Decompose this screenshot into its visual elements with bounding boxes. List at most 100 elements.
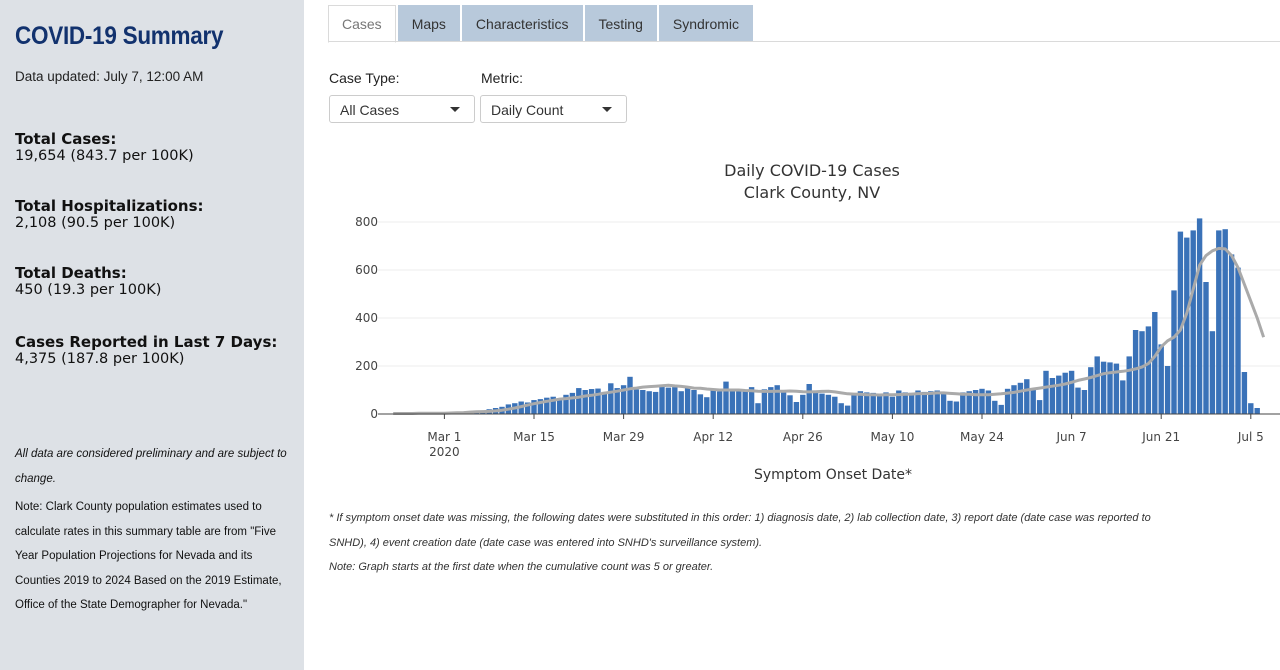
bar-daily-count — [1120, 380, 1126, 414]
stat-total-deaths: Total Deaths: 450 (19.3 per 100K) — [15, 265, 162, 299]
bar-daily-count — [646, 391, 652, 414]
bar-daily-count — [569, 392, 576, 414]
y-tick-label: 200 — [355, 359, 378, 373]
bar-daily-count — [684, 387, 691, 414]
bar-daily-count — [838, 403, 844, 414]
bar-daily-count — [889, 396, 896, 414]
bar-daily-count — [979, 388, 985, 414]
bar-daily-count — [947, 400, 953, 414]
bar-daily-count — [940, 392, 947, 414]
bar-daily-count — [998, 404, 1004, 414]
bar-daily-count — [992, 400, 998, 414]
preliminary-note: All data are considered preliminary and … — [15, 448, 287, 485]
tab-syndromic[interactable]: Syndromic — [658, 5, 754, 42]
stat-value: 2,108 (90.5 per 100K) — [15, 215, 176, 231]
x-tick-label: Mar 1 — [427, 430, 461, 444]
bar-daily-count — [716, 391, 723, 414]
bar-daily-count — [1228, 254, 1235, 414]
y-tick-label: 600 — [355, 263, 378, 277]
bar-daily-count — [710, 388, 716, 414]
bar-daily-count — [1248, 403, 1254, 414]
case-type-select[interactable]: All Cases — [329, 95, 475, 123]
metric-select[interactable]: Daily Count — [480, 95, 627, 123]
bar-daily-count — [627, 376, 633, 414]
bar-daily-count — [1158, 344, 1164, 414]
tab-maps[interactable]: Maps — [397, 5, 460, 42]
bar-daily-count — [595, 388, 601, 414]
footnote-graph-start: Note: Graph starts at the first date whe… — [329, 561, 714, 573]
x-tick-label: Apr 26 — [783, 430, 823, 444]
metric-label: Metric: — [481, 70, 523, 86]
stat-label: Total Cases: — [15, 130, 117, 148]
bar-daily-count — [608, 383, 614, 414]
bar-daily-count — [921, 391, 928, 414]
y-tick-label: 400 — [355, 311, 378, 325]
tab-testing[interactable]: Testing — [584, 5, 657, 42]
footnote-onset-cont: SNHD), 4) event creation date (date case… — [329, 537, 763, 549]
stat-value: 4,375 (187.8 per 100K) — [15, 351, 185, 367]
bar-daily-count — [1081, 390, 1088, 414]
bar-daily-count — [1126, 356, 1132, 414]
tab-bar: Cases Maps Characteristics Testing Syndr… — [328, 5, 755, 43]
bar-daily-count — [851, 393, 857, 414]
footnote-onset: * If symptom onset date was missing, the… — [329, 512, 1151, 524]
daily-cases-chart: 0 200 400 600 800 Mar 12020 Mar 15 Mar 29 Apr 12… — [355, 215, 1280, 483]
y-tick-label: 800 — [355, 215, 378, 229]
bar-daily-count — [1209, 331, 1216, 414]
bar-daily-count — [1049, 378, 1056, 414]
bar-daily-count — [1203, 282, 1209, 414]
stat-label: Total Hospitalizations: — [15, 197, 204, 215]
bar-daily-count — [1024, 379, 1030, 414]
bar-daily-count — [697, 394, 704, 414]
bar-daily-count — [825, 394, 832, 414]
tab-characteristics[interactable]: Characteristics — [461, 5, 583, 42]
x-tick-label: Mar 15 — [513, 430, 555, 444]
x-tick-label: Jul 5 — [1237, 430, 1264, 444]
bar-daily-count — [1088, 367, 1094, 414]
bar-daily-count — [1017, 382, 1024, 414]
bar-daily-count — [742, 391, 748, 414]
bar-daily-count — [1036, 400, 1043, 414]
bar-daily-count — [832, 396, 838, 414]
bar-daily-count — [1145, 326, 1152, 414]
stat-total-cases: Total Cases: 19,654 (843.7 per 100K) — [15, 130, 194, 165]
bar-daily-count — [1068, 370, 1075, 414]
y-tick-label: 0 — [370, 407, 378, 421]
bar-daily-count — [1241, 372, 1248, 414]
bar-daily-count — [793, 402, 800, 414]
bar-daily-count — [665, 387, 672, 414]
stat-value: 19,654 (843.7 per 100K) — [15, 148, 194, 164]
bar-daily-count — [1190, 230, 1196, 414]
summary-sidebar: COVID-19 Summary Data updated: July 7, 1… — [0, 0, 304, 670]
bar-daily-count — [1062, 372, 1068, 414]
data-updated-text: Data updated: July 7, 12:00 AM — [15, 69, 204, 84]
metric-value: Daily Count — [491, 102, 564, 118]
x-axis-label: Symptom Onset Date* — [754, 467, 912, 483]
bar-daily-count — [780, 390, 787, 414]
bar-daily-count — [800, 394, 806, 414]
bar-daily-count — [1132, 330, 1139, 414]
bar-daily-count — [876, 393, 883, 414]
bar-daily-count — [1196, 218, 1203, 414]
sidebar-notes: All data are considered preliminary and … — [15, 442, 290, 622]
tab-cases[interactable]: Cases — [328, 5, 396, 43]
stat-label: Cases Reported in Last 7 Days: — [15, 333, 278, 351]
bar-daily-count — [640, 390, 646, 414]
bar-daily-count — [582, 390, 588, 414]
bar-daily-count — [659, 386, 665, 414]
x-tick-label: Mar 29 — [603, 430, 645, 444]
bar-daily-count — [806, 384, 812, 414]
bar-daily-count — [787, 395, 793, 414]
bar-daily-count — [1171, 290, 1177, 414]
bar-daily-count — [1094, 356, 1100, 414]
bar-daily-count — [953, 401, 960, 414]
bar-daily-count — [819, 393, 825, 414]
x-tick-label: May 24 — [960, 430, 1004, 444]
bar-daily-count — [1164, 366, 1171, 414]
stat-value: 450 (19.3 per 100K) — [15, 282, 162, 298]
bar-daily-count — [1075, 387, 1081, 414]
bar-daily-count — [723, 381, 729, 414]
bar-daily-count — [704, 397, 710, 414]
bar-daily-count — [691, 390, 697, 414]
bar-daily-count — [1030, 390, 1036, 414]
